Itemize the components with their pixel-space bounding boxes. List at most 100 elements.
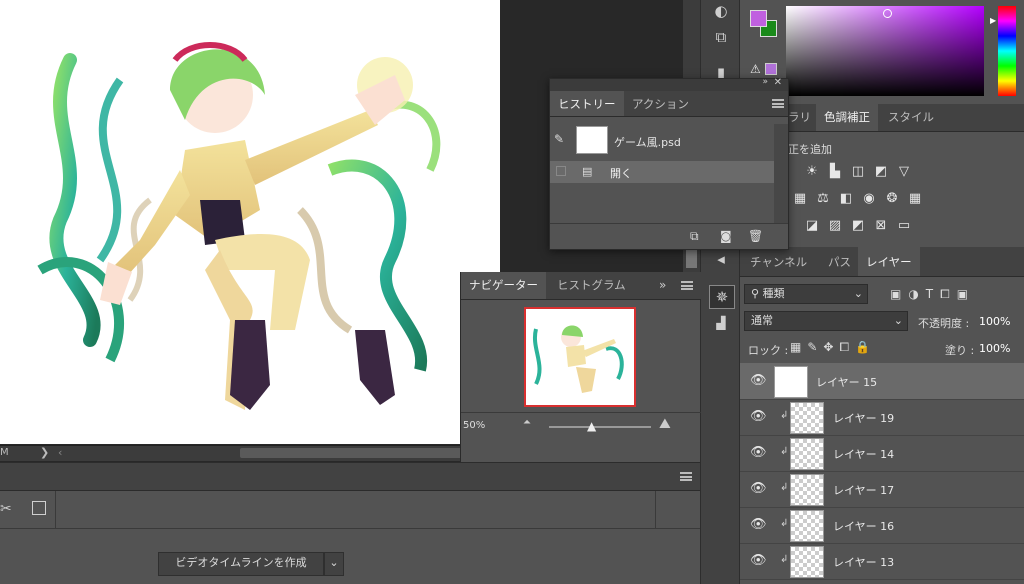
- websafe-swatch[interactable]: [765, 63, 777, 75]
- layer-thumbnail: [790, 402, 824, 434]
- snapshot-name: ゲーム風.psd: [614, 136, 681, 149]
- horizontal-scroll-thumb[interactable]: [240, 448, 495, 458]
- posterize-icon[interactable]: ▨: [827, 219, 843, 233]
- tab-layers[interactable]: レイヤー: [858, 247, 920, 276]
- transition-icon[interactable]: [32, 501, 46, 515]
- black-white-icon[interactable]: ◧: [838, 192, 854, 206]
- panel-menu-icon[interactable]: [772, 99, 784, 108]
- tab-navigator[interactable]: ナビゲーター: [461, 272, 546, 299]
- hue-slider[interactable]: [998, 6, 1016, 96]
- curves-icon[interactable]: ◫: [850, 165, 866, 179]
- selective-color-icon[interactable]: ⊠: [873, 219, 889, 233]
- status-left-label: M: [0, 447, 9, 458]
- channel-icon[interactable]: ◂: [709, 248, 733, 270]
- tab-styles[interactable]: スタイル: [880, 104, 942, 131]
- filter-kind-label: 種類: [762, 287, 785, 300]
- tab-history[interactable]: ヒストリー: [550, 91, 624, 116]
- color-lookup-icon[interactable]: ▦: [907, 192, 923, 206]
- layer-row[interactable]: 👁 ↲ レイヤー 17: [740, 471, 1024, 508]
- tab-channels[interactable]: チャンネル: [742, 247, 815, 276]
- new-document-from-state-icon[interactable]: ⧉: [690, 229, 699, 244]
- hsl-icon[interactable]: ▦: [792, 192, 808, 206]
- invert-icon[interactable]: ◪: [804, 219, 820, 233]
- tab-adjustments[interactable]: 色調補正: [816, 104, 878, 131]
- exposure-icon[interactable]: ◩: [873, 165, 889, 179]
- layer-filter-dropdown[interactable]: ⚲ 種類 ⌄: [744, 284, 868, 304]
- color-balance-icon[interactable]: ⚖: [815, 192, 831, 206]
- camera-icon[interactable]: ◙: [720, 229, 732, 243]
- threshold-icon[interactable]: ◩: [850, 219, 866, 233]
- collapse-icon[interactable]: »: [762, 77, 768, 87]
- tab-actions[interactable]: アクション: [624, 91, 697, 116]
- layer-row[interactable]: 👁 ↲ レイヤー 16: [740, 507, 1024, 544]
- gradient-map-icon[interactable]: ▭: [896, 219, 912, 233]
- foreground-color-swatch[interactable]: [750, 10, 767, 27]
- timeline-mode-dropdown[interactable]: ⌄: [324, 552, 344, 576]
- zoom-slider-track[interactable]: [549, 426, 651, 428]
- channel-mixer-icon[interactable]: ❂: [884, 192, 900, 206]
- visibility-eye-icon[interactable]: 👁: [750, 518, 767, 532]
- visibility-eye-icon[interactable]: 👁: [750, 446, 767, 460]
- photo-filter-icon[interactable]: ◉: [861, 192, 877, 206]
- lock-icons[interactable]: ▦✎✥⧠🔒: [790, 340, 876, 355]
- panel-menu-icon[interactable]: [680, 472, 692, 481]
- zoom-slider-thumb[interactable]: ▲: [587, 419, 596, 433]
- gamut-warning-icon[interactable]: ⚠: [750, 62, 761, 76]
- swatches-icon[interactable]: ⧉: [709, 26, 733, 48]
- create-video-timeline-button[interactable]: ビデオタイムラインを作成: [158, 552, 324, 576]
- histogram-icon[interactable]: ▟: [709, 312, 733, 334]
- layer-thumbnail: [790, 510, 824, 542]
- layer-name[interactable]: レイヤー 13: [833, 554, 894, 570]
- history-source-checkbox[interactable]: [556, 166, 566, 176]
- document-canvas[interactable]: [0, 0, 460, 444]
- blend-mode-dropdown[interactable]: 通常 ⌄: [744, 311, 908, 331]
- visibility-eye-icon[interactable]: 👁: [750, 374, 767, 388]
- levels-icon[interactable]: ▙: [827, 165, 843, 179]
- zoom-out-icon[interactable]: ⏶: [523, 417, 531, 428]
- layer-row[interactable]: 👁 ↲ レイヤー 13: [740, 543, 1024, 580]
- scroll-right-arrow-icon[interactable]: ❯: [40, 446, 49, 459]
- collapse-icon[interactable]: »: [659, 278, 666, 292]
- zoom-value[interactable]: 50%: [463, 420, 485, 431]
- clipping-mask-icon: ↲: [780, 554, 789, 565]
- layer-row[interactable]: 👁 ↲ レイヤー 14: [740, 435, 1024, 472]
- layer-name[interactable]: レイヤー 15: [816, 374, 877, 390]
- history-titlebar[interactable]: » ✕: [550, 77, 788, 91]
- layer-name[interactable]: レイヤー 16: [833, 518, 894, 534]
- close-icon[interactable]: ✕: [774, 77, 782, 88]
- tab-paths[interactable]: パス: [820, 247, 859, 276]
- fill-value[interactable]: 100%: [979, 342, 1010, 355]
- color-icon[interactable]: ◐: [709, 0, 733, 22]
- scroll-left-arrow-icon[interactable]: ‹: [58, 446, 62, 459]
- trash-icon[interactable]: 🗑: [748, 229, 763, 243]
- layer-name[interactable]: レイヤー 14: [833, 446, 894, 462]
- color-field[interactable]: [786, 6, 984, 96]
- layer-name[interactable]: レイヤー 19: [833, 410, 894, 426]
- history-snapshot-row[interactable]: ✎ ゲーム風.psd: [550, 124, 774, 158]
- navigator-header: ナビゲーター ヒストグラム »: [461, 272, 701, 300]
- panel-menu-icon[interactable]: [681, 281, 693, 290]
- scissors-icon[interactable]: ✂: [0, 501, 12, 517]
- navigator-preview[interactable]: [524, 307, 636, 407]
- layer-row[interactable]: 👁 レイヤー 15: [740, 363, 1024, 400]
- vibrance-icon[interactable]: ▽: [896, 165, 912, 179]
- layer-filter-icons[interactable]: ▣◑T⧠▣: [890, 287, 975, 302]
- visibility-eye-icon[interactable]: 👁: [750, 482, 767, 496]
- color-picker-marker[interactable]: [883, 9, 892, 18]
- history-scrollbar[interactable]: [774, 124, 788, 224]
- layer-row[interactable]: 👁 ↲ レイヤー 19: [740, 399, 1024, 436]
- layer-thumbnail: [790, 546, 824, 578]
- fill-label: 塗り :: [945, 344, 975, 357]
- visibility-eye-icon[interactable]: 👁: [750, 554, 767, 568]
- search-icon: ⚲: [751, 287, 763, 300]
- visibility-eye-icon[interactable]: 👁: [750, 410, 767, 424]
- zoom-in-icon[interactable]: ⛰: [659, 416, 671, 432]
- navigator-icon[interactable]: ✵: [709, 285, 735, 309]
- tab-histogram[interactable]: ヒストグラム: [549, 272, 634, 299]
- history-state-row[interactable]: ▤ 開く: [550, 161, 774, 183]
- history-brush-icon[interactable]: ✎: [554, 132, 564, 146]
- layer-name[interactable]: レイヤー 17: [833, 482, 894, 498]
- opacity-value[interactable]: 100%: [979, 315, 1010, 328]
- vertical-scroll-thumb[interactable]: [686, 250, 697, 268]
- brightness-icon[interactable]: ☀: [804, 165, 820, 179]
